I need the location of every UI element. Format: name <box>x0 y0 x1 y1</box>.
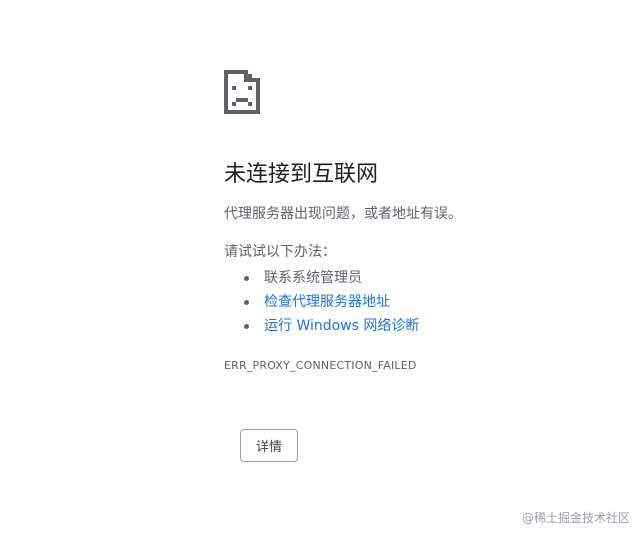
network-diagnostics-link[interactable]: 运行 Windows 网络诊断 <box>264 318 419 334</box>
error-page: 未连接到互联网 代理服务器出现问题，或者地址有误。 请试试以下办法： 联系系统管… <box>0 0 644 541</box>
suggestion-check-proxy[interactable]: 检查代理服务器地址 <box>224 290 624 314</box>
bullet-icon <box>244 300 249 305</box>
details-button[interactable]: 详情 <box>240 429 298 462</box>
sad-page-icon <box>224 70 260 114</box>
suggestions-list: 联系系统管理员 检查代理服务器地址 运行 Windows 网络诊断 <box>224 266 624 338</box>
error-description: 代理服务器出现问题，或者地址有误。 <box>224 206 462 222</box>
error-code: ERR_PROXY_CONNECTION_FAILED <box>224 359 417 372</box>
suggestion-contact-admin: 联系系统管理员 <box>224 266 624 290</box>
error-content: 未连接到互联网 代理服务器出现问题，或者地址有误。 请试试以下办法： 联系系统管… <box>224 70 624 374</box>
suggestion-network-diagnostics[interactable]: 运行 Windows 网络诊断 <box>224 314 624 338</box>
bullet-icon <box>244 276 249 281</box>
page-title: 未连接到互联网 <box>224 162 379 187</box>
bullet-icon <box>244 324 249 329</box>
suggestions-heading: 请试试以下办法： <box>224 244 336 260</box>
watermark: @稀土掘金技术社区 <box>521 511 630 525</box>
suggestion-label: 联系系统管理员 <box>264 270 362 286</box>
check-proxy-link[interactable]: 检查代理服务器地址 <box>264 294 390 310</box>
